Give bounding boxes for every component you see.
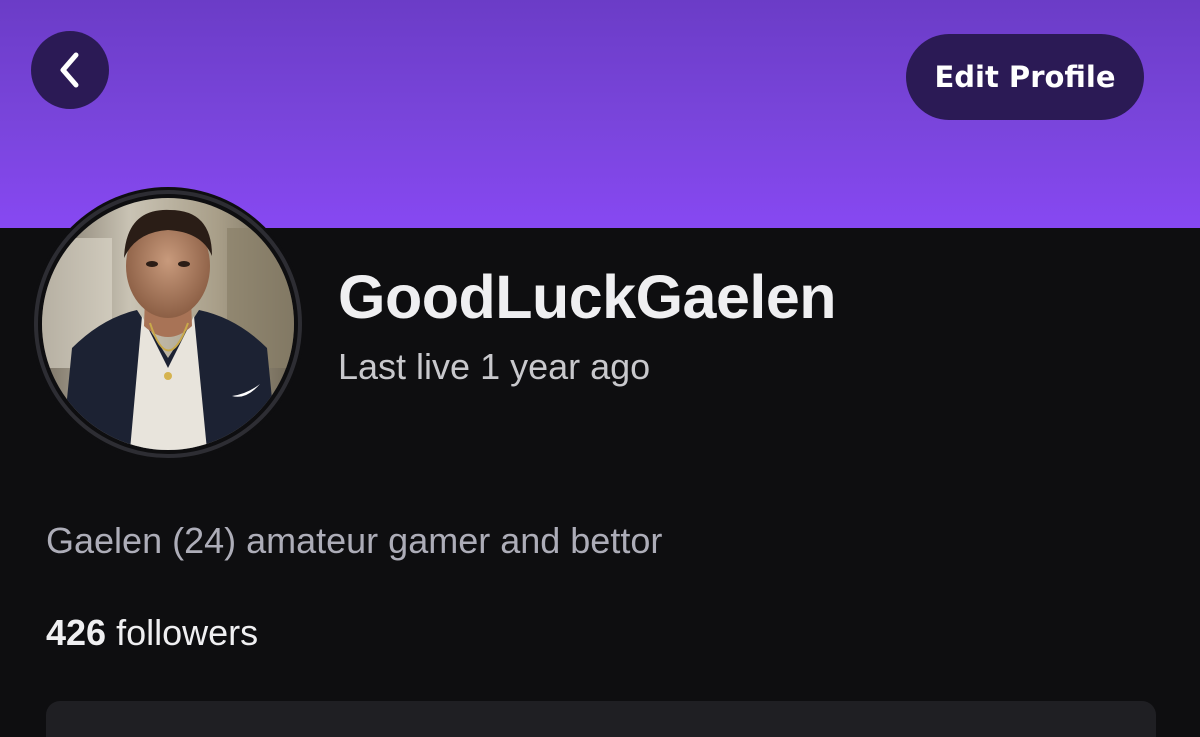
avatar-image (42, 198, 294, 450)
avatar[interactable] (31, 187, 305, 461)
chevron-left-icon (60, 52, 79, 88)
edit-profile-button[interactable]: Edit Profile (906, 34, 1144, 120)
followers-count: 426 followers (46, 612, 258, 654)
profile-bio: Gaelen (24) amateur gamer and bettor (46, 520, 663, 561)
username: GoodLuckGaelen (338, 263, 837, 331)
back-button[interactable] (31, 31, 109, 109)
last-live-status: Last live 1 year ago (338, 346, 651, 387)
followers-number: 426 (46, 612, 107, 653)
content-card (46, 701, 1156, 737)
followers-label: followers (106, 612, 259, 653)
